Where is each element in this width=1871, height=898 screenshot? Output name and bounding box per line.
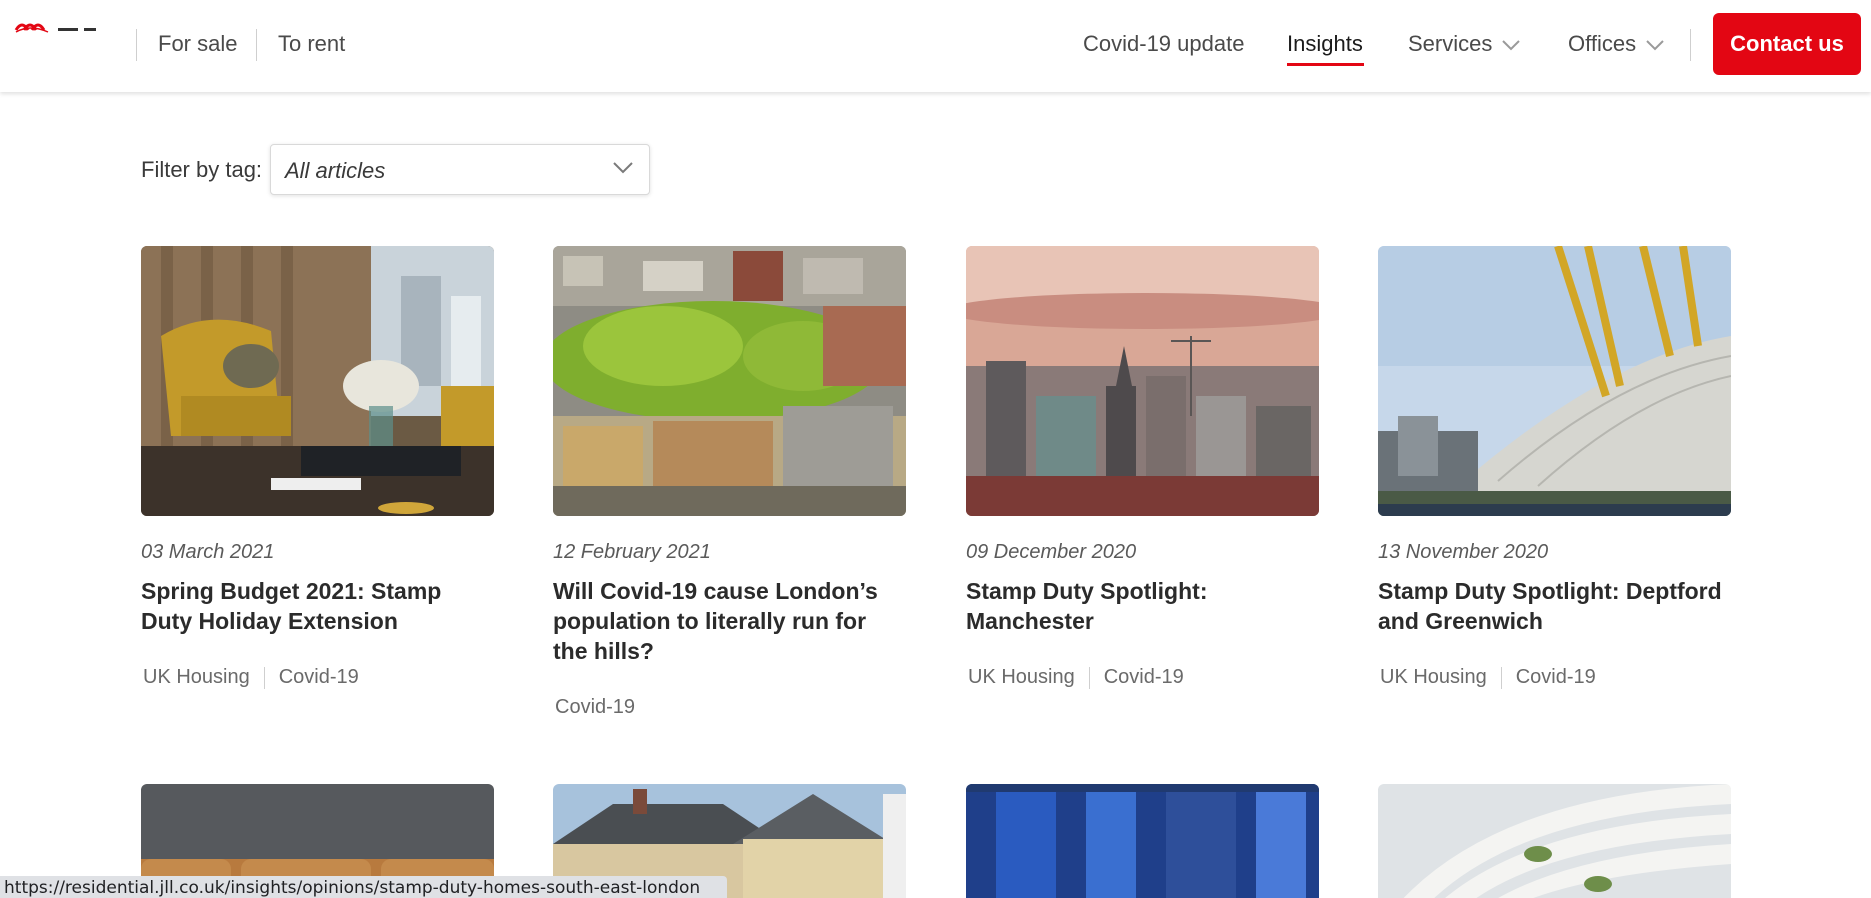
divider — [1690, 29, 1691, 61]
nav-insights[interactable]: Insights — [1287, 31, 1363, 57]
article-image[interactable] — [553, 246, 906, 516]
article-card[interactable] — [966, 784, 1319, 898]
article-image[interactable] — [966, 784, 1319, 898]
nav-services[interactable]: Services — [1408, 31, 1521, 57]
tag-link[interactable]: Covid-19 — [1104, 666, 1184, 689]
article-image[interactable] — [966, 246, 1319, 516]
nav-for-sale[interactable]: For sale — [158, 31, 237, 57]
tag-link[interactable]: Covid-19 — [1516, 666, 1596, 689]
article-tags: UK Housing Covid-19 — [1380, 666, 1596, 689]
article-image[interactable] — [1378, 246, 1731, 516]
article-date: 12 February 2021 — [553, 541, 711, 563]
article-tags: Covid-19 — [555, 696, 635, 719]
article-image[interactable] — [141, 246, 494, 516]
divider — [256, 29, 257, 61]
link-preview-statusbar: https://residential.jll.co.uk/insights/o… — [0, 876, 727, 898]
article-card[interactable] — [1378, 784, 1731, 898]
article-tags: UK Housing Covid-19 — [968, 666, 1184, 689]
article-card[interactable]: 12 February 2021 Will Covid-19 cause Lon… — [553, 246, 906, 726]
tag-filter-select[interactable]: All articles — [270, 144, 650, 195]
article-image[interactable] — [1378, 784, 1731, 898]
article-date: 09 December 2020 — [966, 541, 1137, 563]
article-title[interactable]: Stamp Duty Spotlight: Deptford and Green… — [1378, 576, 1728, 636]
article-card[interactable]: 03 March 2021 Spring Budget 2021: Stamp … — [141, 246, 494, 726]
filter-label: Filter by tag: — [141, 157, 263, 182]
article-tags: UK Housing Covid-19 — [143, 666, 359, 689]
chevron-down-icon — [1646, 39, 1664, 51]
article-title[interactable]: Spring Budget 2021: Stamp Duty Holiday E… — [141, 576, 491, 636]
nav-offices[interactable]: Offices — [1568, 31, 1664, 57]
contact-us-button[interactable]: Contact us — [1713, 13, 1861, 75]
chevron-down-icon — [613, 162, 633, 174]
nav-services-label: Services — [1408, 31, 1493, 56]
article-date: 13 November 2020 — [1378, 541, 1549, 563]
divider — [136, 29, 137, 61]
article-title[interactable]: Will Covid-19 cause London’s population … — [553, 576, 903, 666]
site-header: For sale To rent Covid-19 update Insight… — [0, 0, 1871, 92]
article-card[interactable]: 09 December 2020 Stamp Duty Spotlight: M… — [966, 246, 1319, 726]
article-date: 03 March 2021 — [141, 541, 275, 563]
filter-selected-value: All articles — [285, 158, 386, 183]
article-card[interactable]: 13 November 2020 Stamp Duty Spotlight: D… — [1378, 246, 1731, 726]
article-title[interactable]: Stamp Duty Spotlight: Manchester — [966, 576, 1316, 636]
nav-to-rent[interactable]: To rent — [278, 31, 345, 57]
divider — [263, 666, 265, 689]
chevron-down-icon — [1502, 39, 1521, 51]
nav-offices-label: Offices — [1568, 31, 1637, 56]
tag-link[interactable]: Covid-19 — [555, 696, 635, 719]
active-nav-indicator — [1287, 63, 1364, 66]
nav-covid-update[interactable]: Covid-19 update — [1083, 31, 1244, 57]
tag-link[interactable]: UK Housing — [968, 666, 1075, 689]
tag-link[interactable]: UK Housing — [143, 666, 250, 689]
logo-icon[interactable] — [14, 18, 114, 38]
divider — [1088, 666, 1090, 689]
tag-link[interactable]: UK Housing — [1380, 666, 1487, 689]
divider — [1500, 666, 1502, 689]
tag-link[interactable]: Covid-19 — [279, 666, 359, 689]
